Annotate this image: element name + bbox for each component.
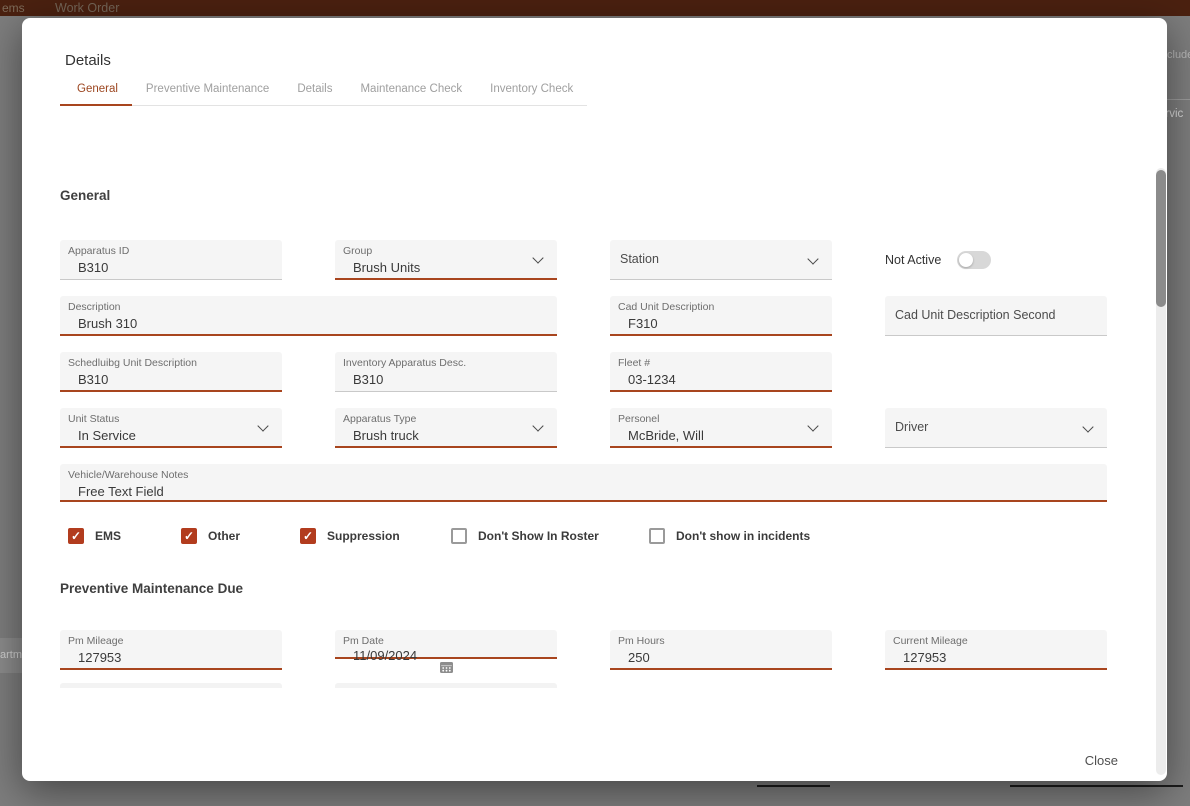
not-active-cell: Not Active [885,240,1107,280]
background-table-line [1010,785,1183,787]
current-mileage-value: 127953 [903,650,1107,665]
cad-unit-description-second-field[interactable]: Cad Unit Description Second [885,296,1107,336]
tab-inventory-check[interactable]: Inventory Check [476,78,587,106]
fleet-number-field[interactable]: Fleet # 03-1234 [610,352,832,392]
cad-unit-description-value: F310 [628,316,832,331]
cad-unit-description-field[interactable]: Cad Unit Description F310 [610,296,832,336]
preventive-maintenance-due-heading: Preventive Maintenance Due [60,581,243,596]
description-value: Brush 310 [78,316,557,331]
modal-title: Details [65,52,111,69]
unit-status-select[interactable]: Unit Status In Service [60,408,282,448]
cad-unit-description-second-placeholder: Cad Unit Description Second [895,296,1107,335]
modal-tab-bar: General Preventive Maintenance Details M… [60,78,587,106]
tab-details[interactable]: Details [283,78,346,106]
checkbox-suppression-label: Suppression [327,529,400,543]
partial-field-top [335,683,557,688]
apparatus-id-value: B310 [78,260,282,275]
pm-hours-value: 250 [628,650,832,665]
fleet-number-label: Fleet # [618,357,832,369]
unit-status-value: In Service [78,428,282,443]
description-field[interactable]: Description Brush 310 [60,296,557,336]
details-modal: Details General Preventive Maintenance D… [22,18,1167,781]
checkbox-icon[interactable] [300,528,316,544]
scheduling-unit-description-value: B310 [78,372,282,387]
checkbox-other[interactable]: Other [181,528,240,544]
background-text-fragment: clude [1167,49,1190,61]
background-divider [1166,99,1190,100]
cad-unit-description-label: Cad Unit Description [618,301,832,313]
checkbox-dont-show-in-roster[interactable]: Don't Show In Roster [451,528,599,544]
scheduling-unit-description-label: Schedluibg Unit Description [68,357,282,369]
background-text-fragment: artm [0,649,22,661]
vehicle-warehouse-notes-value: Free Text Field [78,484,1107,499]
group-select[interactable]: Group Brush Units [335,240,557,280]
checkbox-icon[interactable] [451,528,467,544]
current-mileage-label: Current Mileage [893,635,1107,647]
checkbox-suppression[interactable]: Suppression [300,528,400,544]
fleet-number-value: 03-1234 [628,372,832,387]
modal-scrollbar-track[interactable] [1156,168,1166,775]
background-table-line [757,785,830,787]
not-active-label: Not Active [885,253,941,267]
vehicle-warehouse-notes-label: Vehicle/Warehouse Notes [68,469,1107,481]
close-button[interactable]: Close [1085,753,1118,768]
pm-mileage-value: 127953 [78,650,282,665]
inventory-apparatus-desc-label: Inventory Apparatus Desc. [343,357,557,369]
description-label: Description [68,301,557,313]
driver-label: Driver [895,408,1107,447]
topbar-work-order-label: Work Order [55,1,119,15]
pm-date-field[interactable]: Pm Date 11/09/2024 [335,630,557,659]
checkbox-icon[interactable] [68,528,84,544]
checkbox-other-label: Other [208,529,240,543]
pm-hours-label: Pm Hours [618,635,832,647]
tab-general[interactable]: General [60,78,132,106]
checkbox-icon[interactable] [649,528,665,544]
unit-status-label: Unit Status [68,413,282,425]
pm-date-cell: Pm Date 11/09/2024 [335,630,557,673]
toggle-knob [959,253,973,267]
checkbox-dont-show-in-roster-label: Don't Show In Roster [478,529,599,543]
not-active-toggle[interactable] [957,251,991,269]
tab-preventive-maintenance[interactable]: Preventive Maintenance [132,78,283,106]
general-section-heading: General [60,188,110,203]
checkbox-ems[interactable]: EMS [68,528,121,544]
apparatus-id-field[interactable]: Apparatus ID B310 [60,240,282,280]
personel-value: McBride, Will [628,428,832,443]
group-label: Group [343,245,557,257]
personel-label: Personel [618,413,832,425]
inventory-apparatus-desc-value: B310 [353,372,557,387]
current-mileage-field[interactable]: Current Mileage 127953 [885,630,1107,670]
driver-select[interactable]: Driver [885,408,1107,448]
checkbox-row: EMS Other Suppression Don't Show In Rost… [22,528,1167,546]
pm-mileage-label: Pm Mileage [68,635,282,647]
pm-mileage-field[interactable]: Pm Mileage 127953 [60,630,282,670]
app-topbar: ems Work Order [0,0,1190,16]
checkbox-ems-label: EMS [95,529,121,543]
apparatus-type-value: Brush truck [353,428,557,443]
pm-date-label: Pm Date [343,635,557,647]
vehicle-warehouse-notes-field[interactable]: Vehicle/Warehouse Notes Free Text Field [60,464,1107,502]
station-label: Station [620,240,832,279]
modal-scrollbar-thumb[interactable] [1156,170,1166,307]
pm-date-value: 11/09/2024 [353,648,557,663]
group-value: Brush Units [353,260,557,275]
station-select[interactable]: Station [610,240,832,280]
checkbox-dont-show-in-incidents[interactable]: Don't show in incidents [649,528,810,544]
scheduling-unit-description-field[interactable]: Schedluibg Unit Description B310 [60,352,282,392]
tab-maintenance-check[interactable]: Maintenance Check [346,78,476,106]
inventory-apparatus-desc-field[interactable]: Inventory Apparatus Desc. B310 [335,352,557,392]
pm-hours-field[interactable]: Pm Hours 250 [610,630,832,670]
apparatus-type-select[interactable]: Apparatus Type Brush truck [335,408,557,448]
checkbox-dont-show-in-incidents-label: Don't show in incidents [676,529,810,543]
topbar-fragment-left: ems [2,1,25,15]
checkbox-icon[interactable] [181,528,197,544]
partial-field-top [60,683,282,688]
apparatus-id-label: Apparatus ID [68,245,282,257]
personel-select[interactable]: Personel McBride, Will [610,408,832,448]
apparatus-type-label: Apparatus Type [343,413,557,425]
